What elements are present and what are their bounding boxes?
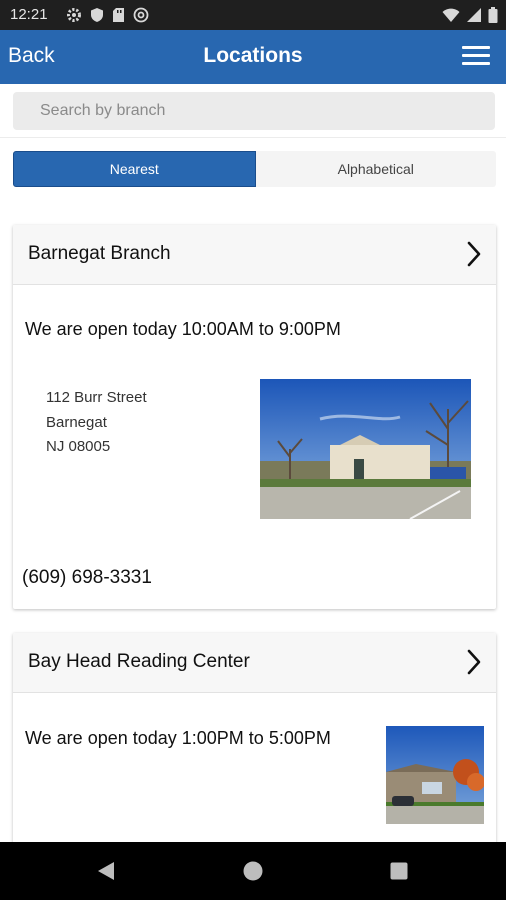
location-card-header[interactable]: Bay Head Reading Center <box>13 633 496 693</box>
address-state-zip: NJ 08005 <box>46 438 111 455</box>
home-circle-icon[interactable] <box>213 842 293 900</box>
address-street: 112 Burr Street <box>46 389 147 406</box>
location-card-header[interactable]: Barnegat Branch <box>13 225 496 285</box>
sort-alphabetical-button[interactable]: Alphabetical <box>255 151 496 187</box>
address-city: Barnegat <box>46 413 107 431</box>
location-card-barnegat: Barnegat Branch We are open today 10:00A… <box>13 225 496 609</box>
chevron-right-icon <box>466 649 482 680</box>
search-input[interactable] <box>13 92 495 130</box>
chevron-right-icon <box>466 241 482 272</box>
sort-toggle: Nearest Alphabetical <box>13 151 496 187</box>
system-nav-bar <box>0 842 506 900</box>
location-name: Bay Head Reading Center <box>28 651 250 672</box>
location-hours: We are open today 10:00AM to 9:00PM <box>25 319 341 339</box>
status-time: 12:21 <box>10 6 48 23</box>
page-title: Locations <box>203 44 303 67</box>
location-card-bay-head: Bay Head Reading Center We are open toda… <box>13 633 496 863</box>
hamburger-menu-icon[interactable] <box>462 46 490 68</box>
location-photo <box>386 726 484 824</box>
shield-icon <box>90 7 104 23</box>
sort-nearest-button[interactable]: Nearest <box>13 151 256 187</box>
location-name: Barnegat Branch <box>28 243 171 264</box>
at-sign-icon <box>133 7 149 23</box>
sd-card-icon <box>112 7 125 23</box>
status-bar: 12:21 <box>0 0 506 30</box>
battery-icon <box>488 7 498 23</box>
app-bar: Back Locations <box>0 30 506 84</box>
location-phone[interactable]: (609) 698-3331 <box>22 567 152 589</box>
gear-icon <box>66 7 82 23</box>
signal-icon <box>466 7 482 23</box>
recents-square-icon[interactable] <box>359 842 439 900</box>
search-bar <box>0 84 506 138</box>
location-address: 112 Burr Street Barnegat NJ 08005 <box>46 386 147 460</box>
status-notification-icons <box>66 7 149 23</box>
location-photo <box>260 379 471 519</box>
back-triangle-icon[interactable] <box>66 842 146 900</box>
status-system-icons <box>442 7 498 23</box>
wifi-icon <box>442 7 460 23</box>
back-button[interactable]: Back <box>8 44 55 68</box>
location-hours: We are open today 1:00PM to 5:00PM <box>25 728 331 748</box>
